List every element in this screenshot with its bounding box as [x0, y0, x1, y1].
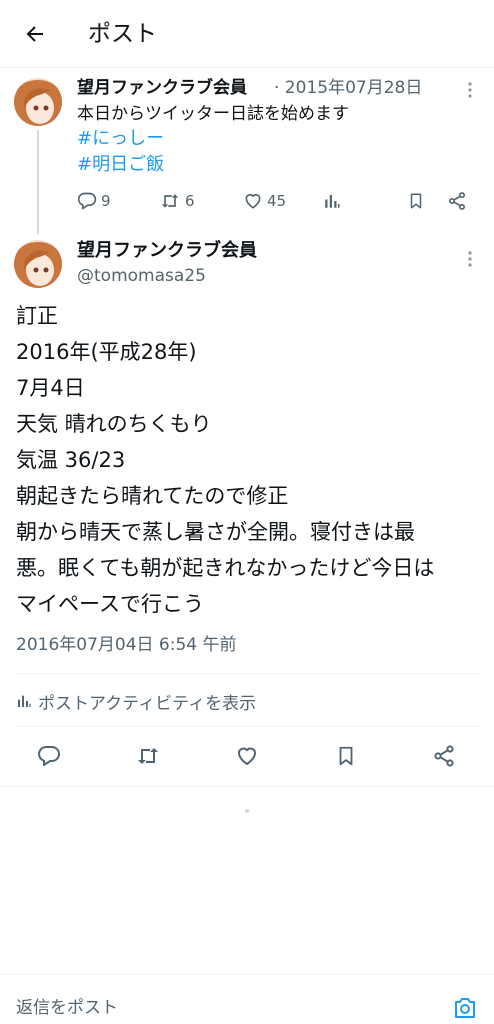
post-text-line: 2016年(平成28年): [16, 340, 197, 364]
main-display-name[interactable]: 望月ファンクラブ会員: [77, 238, 257, 264]
repost-icon: [161, 194, 179, 208]
post-text-line: 悪。眠くても朝が起きれなかったけど今日は: [16, 556, 435, 580]
reply-button[interactable]: 9: [77, 188, 111, 214]
reply-button[interactable]: [33, 740, 65, 772]
post-text-line: マイペースで行こう: [16, 592, 204, 616]
post-activity-label: ポストアクティビティを表示: [38, 693, 257, 714]
avatar[interactable]: [14, 240, 62, 288]
parent-display-name[interactable]: 望月ファンクラブ会員: [77, 76, 247, 100]
more-icon: [468, 82, 472, 98]
repost-icon: [138, 748, 158, 764]
reply-count: 9: [101, 192, 111, 210]
avatar[interactable]: [14, 78, 62, 126]
repost-button[interactable]: [132, 740, 164, 772]
parent-date[interactable]: · 2015年07月28日: [274, 76, 422, 100]
share-icon: [434, 745, 454, 767]
parent-post-text: 本日からツイッター日誌を始めます: [77, 104, 349, 124]
like-count: 45: [267, 192, 287, 210]
like-button[interactable]: [231, 740, 263, 772]
avatar-image: [14, 240, 62, 288]
loading-indicator: [245, 809, 249, 813]
camera-icon: [455, 998, 475, 1018]
like-icon: [238, 747, 256, 765]
back-button[interactable]: [18, 18, 52, 50]
parent-action-bar: 9 6 45: [77, 188, 477, 214]
reply-composer[interactable]: 返信をポスト: [0, 974, 494, 1024]
page-title: ポスト: [88, 21, 157, 47]
analytics-button[interactable]: [323, 188, 341, 214]
like-icon: [245, 193, 261, 209]
post-activity-link[interactable]: ポストアクティビティを表示: [16, 688, 256, 714]
divider: [16, 673, 478, 674]
reply-icon: [77, 192, 97, 210]
repost-count: 6: [185, 192, 195, 210]
back-arrow-icon: [26, 26, 43, 42]
parent-more-button[interactable]: [460, 80, 480, 100]
reply-icon: [38, 746, 60, 766]
reply-input[interactable]: 返信をポスト: [16, 995, 118, 1021]
bookmark-button[interactable]: [330, 740, 362, 772]
analytics-icon: [18, 695, 31, 707]
post-text-line: 朝起きたら晴れてたので修正: [16, 484, 289, 508]
bookmark-button[interactable]: [407, 188, 425, 214]
analytics-icon: [325, 195, 340, 208]
post-text-line: 朝から晴天で蒸し暑さが全開。寝付きは最: [16, 520, 415, 544]
post-timestamp[interactable]: 2016年07月04日 6:54 午前: [16, 632, 237, 658]
more-icon: [468, 251, 472, 267]
main-handle[interactable]: @tomomasa25: [77, 264, 206, 288]
repost-button[interactable]: 6: [159, 188, 195, 214]
top-bar: ポスト: [0, 0, 494, 68]
share-button[interactable]: [428, 740, 460, 772]
post-text-line: 訂正: [16, 304, 58, 328]
bookmark-icon: [339, 746, 353, 766]
post-text-line: 天気 晴れのちくもり: [16, 412, 212, 436]
divider: [16, 726, 478, 727]
main-more-button[interactable]: [460, 249, 480, 269]
avatar-image: [14, 78, 62, 126]
hashtag-link[interactable]: #にっしー: [77, 126, 164, 152]
like-button[interactable]: 45: [243, 188, 286, 214]
share-button[interactable]: [447, 188, 467, 214]
post-text-line: 気温 36/23: [16, 448, 126, 472]
thread-line: [37, 130, 39, 234]
hashtag-link[interactable]: #明日ご飯: [77, 152, 164, 178]
camera-button[interactable]: [450, 993, 480, 1023]
divider: [0, 786, 494, 787]
bookmark-icon: [410, 193, 422, 209]
share-icon: [449, 192, 465, 210]
post-text-line: 7月4日: [16, 376, 85, 400]
